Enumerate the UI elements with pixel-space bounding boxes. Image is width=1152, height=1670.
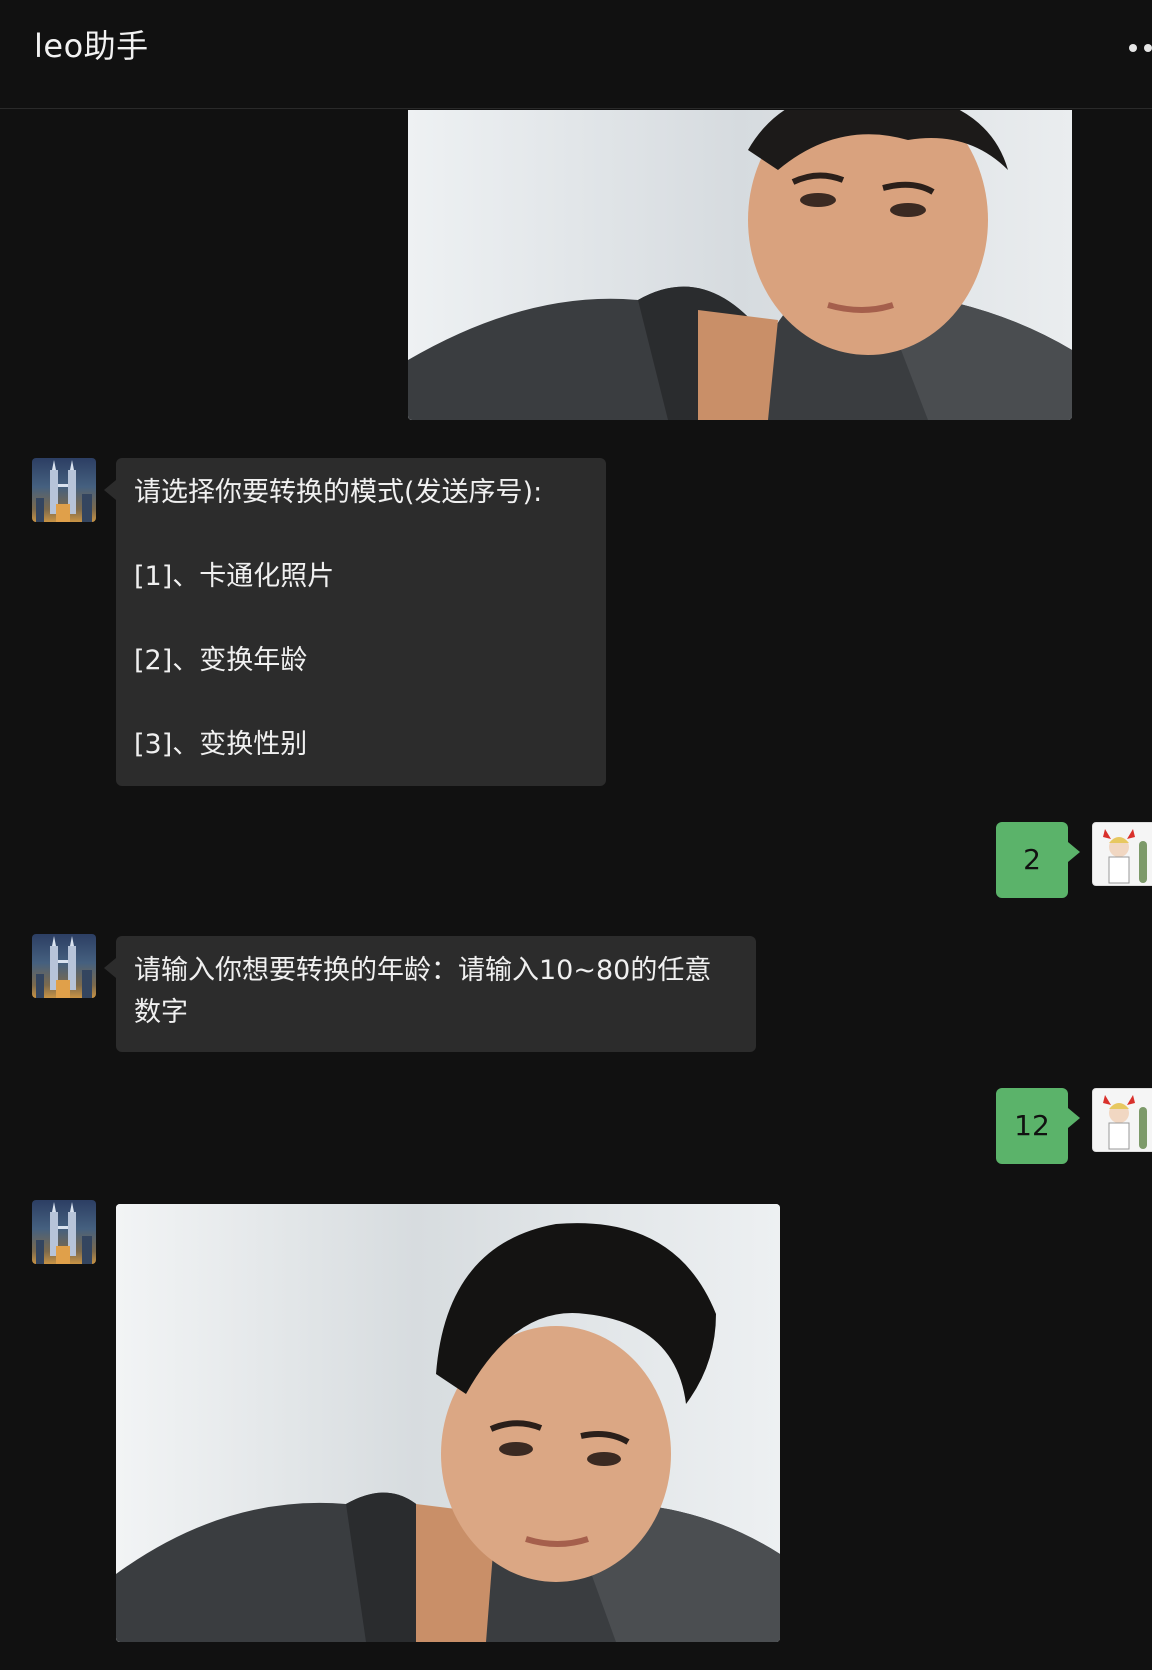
menu-option-age: [2]、变换年龄 — [134, 645, 308, 676]
menu-option-gender: [3]、变换性别 — [134, 729, 308, 760]
city-skyline-icon — [36, 1202, 92, 1264]
user-message-bubble: 12 — [996, 1088, 1080, 1164]
city-skyline-icon — [36, 460, 92, 522]
bot-message-mode-menu: 请选择你要转换的模式(发送序号): [1]、卡通化照片 [2]、变换年龄 [3]… — [104, 458, 606, 786]
message-line: 数字 — [134, 997, 188, 1028]
portrait-photo-icon — [116, 1204, 780, 1642]
bot-message-age-prompt: 请输入你想要转换的年龄：请输入10~80的任意 数字 — [104, 936, 756, 1052]
chat-header: leo助手 — [0, 0, 1152, 109]
chat-title: leo助手 — [34, 27, 149, 65]
more-dots-icon[interactable] — [1112, 36, 1152, 60]
bot-avatar[interactable] — [32, 934, 96, 998]
user-avatar[interactable] — [1092, 1088, 1152, 1152]
dot — [1129, 44, 1137, 52]
dot — [1144, 44, 1152, 52]
message-line: 请选择你要转换的模式(发送序号): — [134, 477, 543, 508]
user-avatar[interactable] — [1092, 822, 1152, 886]
message-line: 请输入你想要转换的年龄：请输入10~80的任意 — [134, 955, 712, 986]
bot-avatar[interactable] — [32, 458, 96, 522]
city-skyline-icon — [36, 936, 92, 998]
user-message-bubble: 2 — [996, 822, 1080, 898]
chat-window: leo助手 请选择你要转换的模式(发送序号): [1]、卡通化照片 [2]、变换… — [0, 0, 1152, 1670]
menu-option-cartoon: [1]、卡通化照片 — [134, 561, 335, 592]
bot-result-photo[interactable] — [116, 1204, 780, 1642]
user-sent-photo[interactable] — [408, 110, 1072, 420]
bot-avatar[interactable] — [32, 1200, 96, 1264]
devil-horn-avatar-icon — [1093, 1089, 1152, 1151]
devil-horn-avatar-icon — [1093, 823, 1152, 885]
portrait-photo-icon — [408, 110, 1072, 420]
